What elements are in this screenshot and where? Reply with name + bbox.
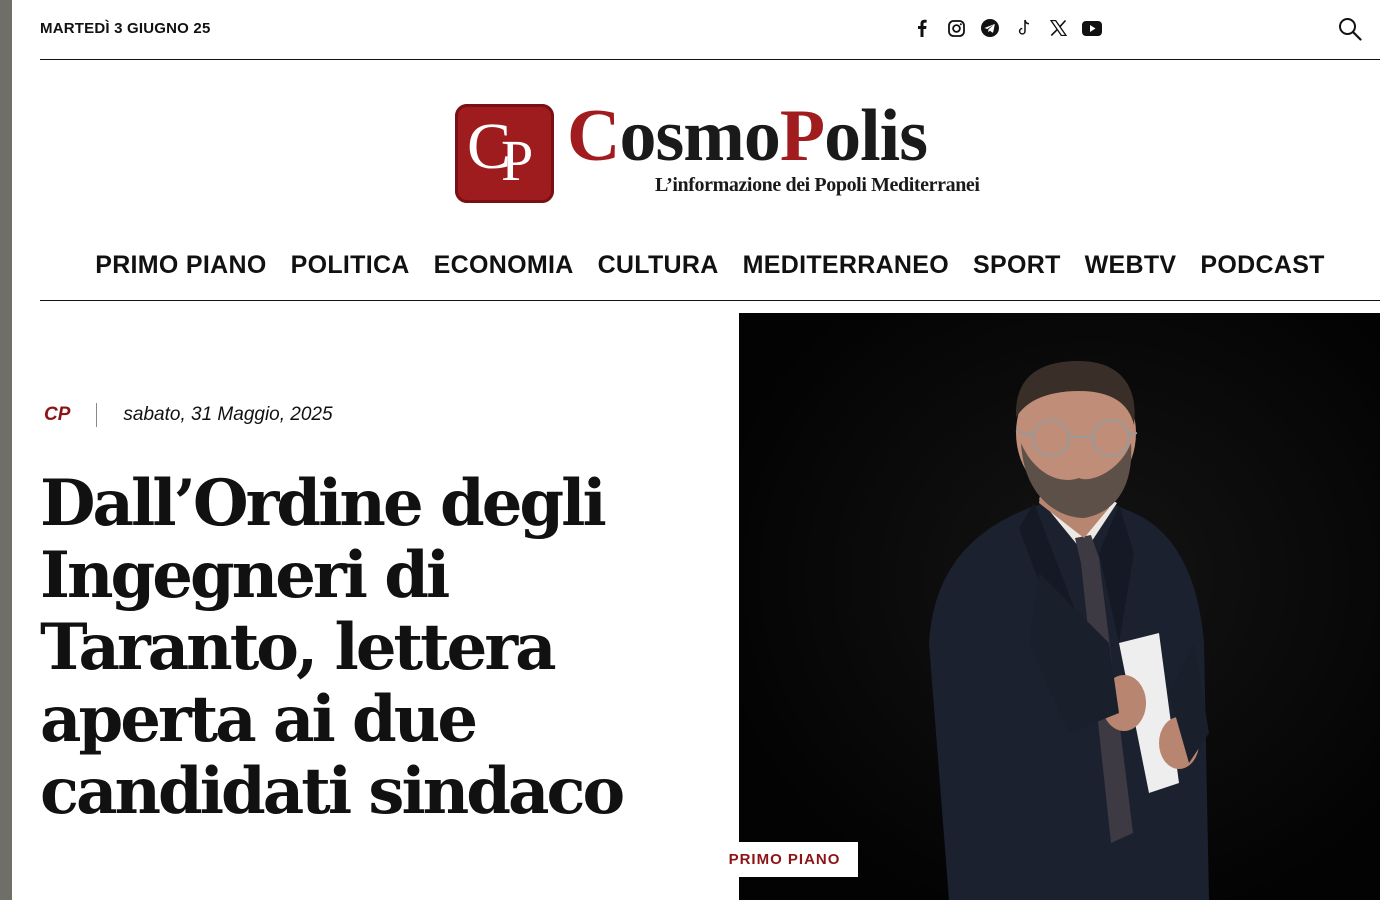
current-date: MARTEDÌ 3 GIUGNO 25 [40, 20, 211, 37]
social-links [912, 17, 1102, 39]
instagram-icon[interactable] [946, 17, 966, 39]
nav-item-cultura[interactable]: CULTURA [598, 236, 719, 300]
article-date: sabato, 31 Maggio, 2025 [123, 404, 333, 425]
logo-wordmark: CosmoPolis [567, 94, 928, 179]
nav-item-sport[interactable]: SPORT [973, 236, 1061, 300]
site-logo[interactable]: C P CosmoPolis L’informazione dei Popoli… [455, 95, 980, 210]
nav-item-podcast[interactable]: PODCAST [1200, 236, 1324, 300]
tiktok-icon[interactable] [1014, 17, 1034, 39]
nav-item-economia[interactable]: ECONOMIA [434, 236, 574, 300]
article-headline[interactable]: Dall’Ordine degli Ingegneri di Taranto, … [40, 468, 720, 828]
nav-item-primo-piano[interactable]: PRIMO PIANO [95, 236, 266, 300]
logo-monogram: C P [455, 104, 554, 203]
speaker-photo-illustration [739, 313, 1380, 900]
meta-divider [96, 403, 98, 427]
x-icon[interactable] [1048, 17, 1068, 39]
telegram-icon[interactable] [980, 17, 1000, 39]
search-icon[interactable] [1338, 17, 1362, 41]
logo-wordmark-osmo: osmo [619, 95, 780, 177]
window-edge [0, 0, 12, 900]
logo-wordmark-olis: olis [824, 95, 928, 177]
logo-wordmark-c: C [567, 95, 620, 177]
youtube-icon[interactable] [1082, 17, 1102, 39]
nav-item-politica[interactable]: POLITICA [291, 236, 410, 300]
article-meta: CP sabato, 31 Maggio, 2025 [44, 402, 333, 428]
article-author[interactable]: CP [44, 404, 96, 426]
facebook-icon[interactable] [912, 17, 932, 39]
nav-item-webtv[interactable]: WEBTV [1085, 236, 1177, 300]
article-image[interactable] [739, 313, 1380, 900]
logo-monogram-p: P [501, 128, 534, 193]
logo-wordmark-p: P [779, 95, 825, 177]
top-bar: MARTEDÌ 3 GIUGNO 25 [40, 0, 1380, 60]
main-navigation: PRIMO PIANO POLITICA ECONOMIA CULTURA ME… [40, 236, 1380, 301]
logo-tagline: L’informazione dei Popoli Mediterranei [655, 174, 980, 196]
category-badge[interactable]: PRIMO PIANO [711, 842, 858, 877]
nav-item-mediterraneo[interactable]: MEDITERRANEO [743, 236, 949, 300]
